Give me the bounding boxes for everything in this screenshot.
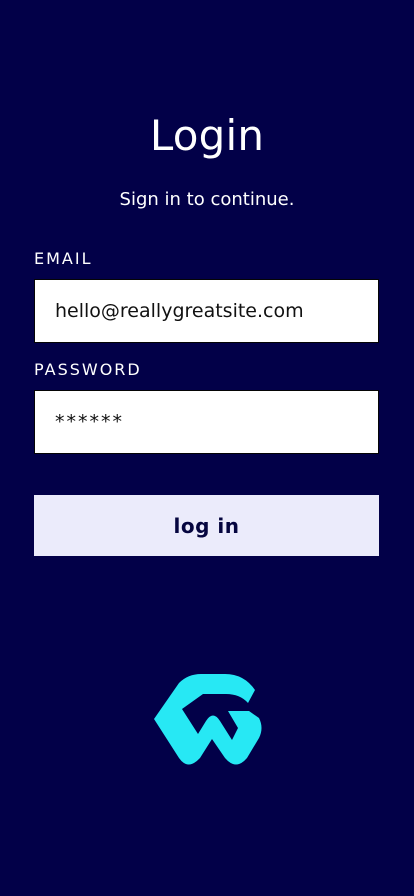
wg-logo-icon (148, 670, 264, 774)
page-subtitle: Sign in to continue. (119, 189, 295, 210)
email-label: EMAIL (34, 249, 93, 268)
password-field[interactable] (34, 390, 379, 454)
email-field[interactable] (34, 279, 379, 343)
login-button[interactable]: log in (34, 495, 379, 556)
page-title: Login (149, 111, 265, 160)
password-label: PASSWORD (34, 360, 142, 379)
login-screen: Login Sign in to continue. EMAIL PASSWOR… (0, 0, 414, 896)
